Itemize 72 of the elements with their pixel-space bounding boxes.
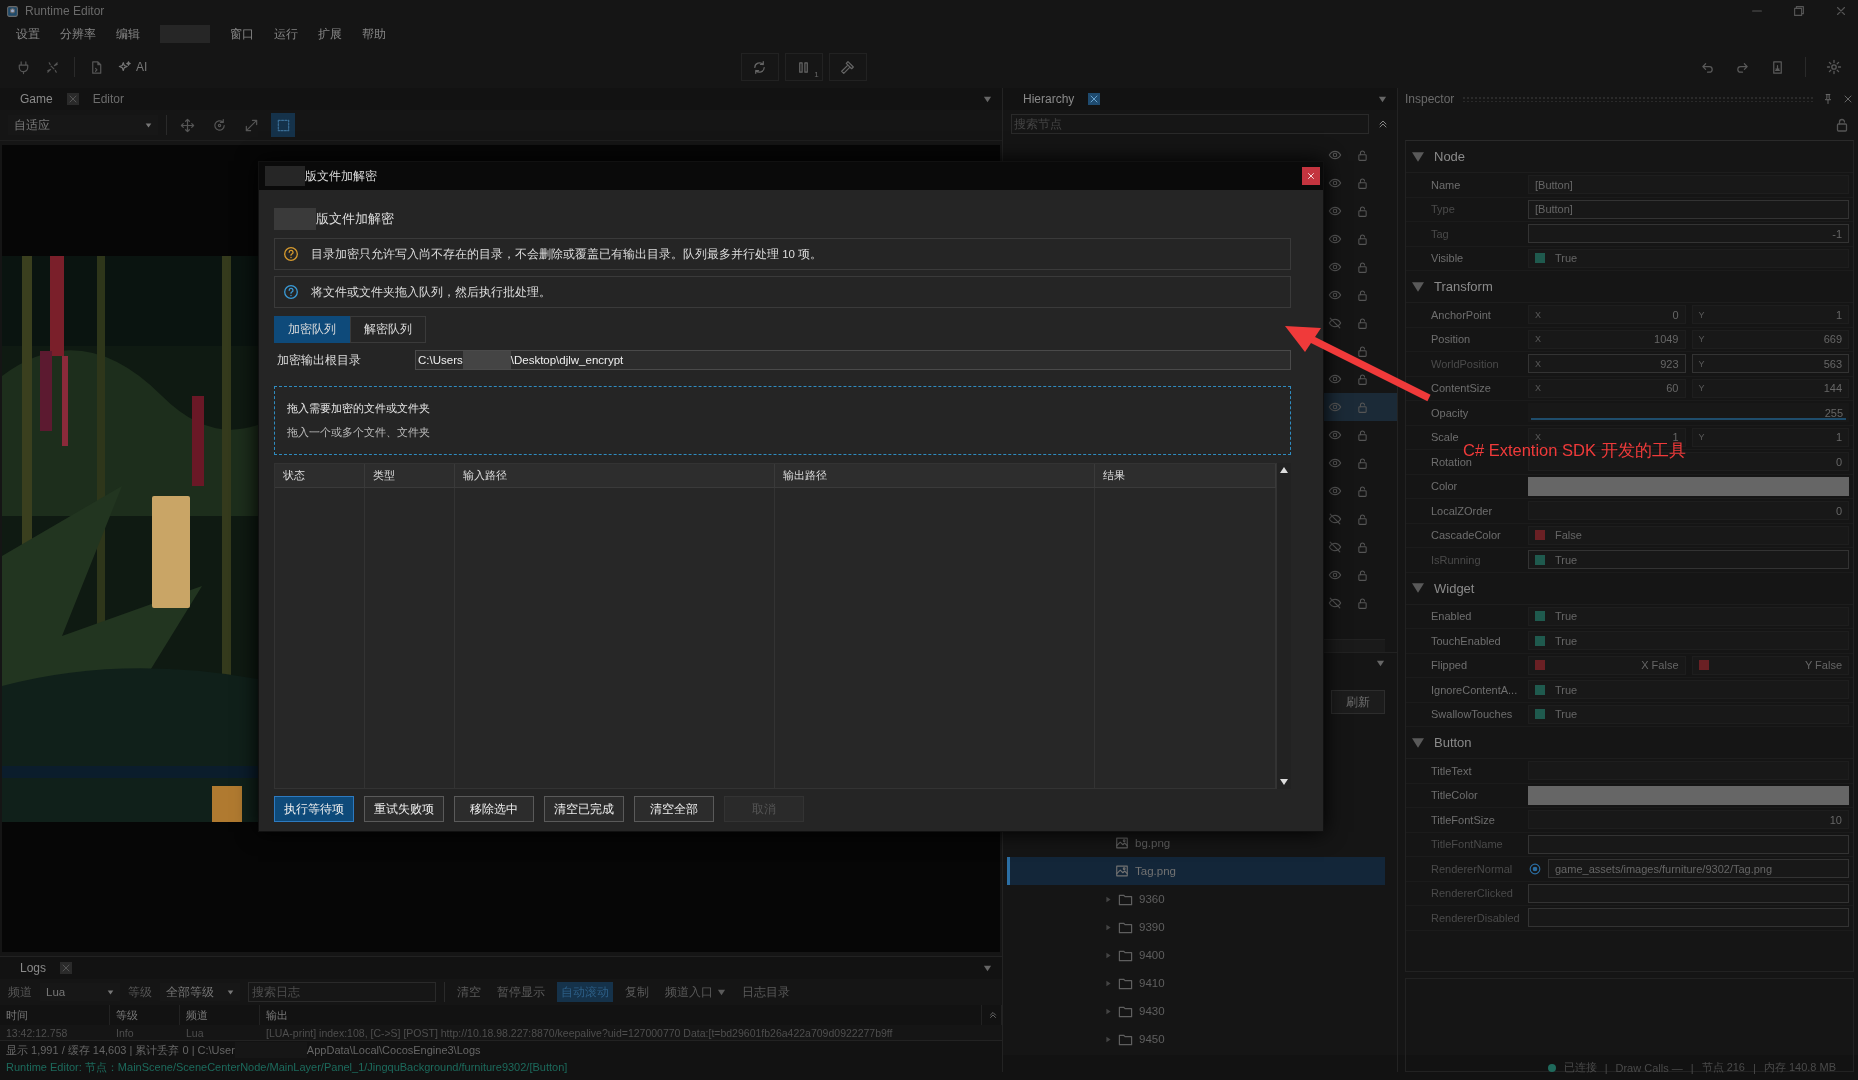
separator-text: |	[1753, 1061, 1756, 1074]
text: 显示 1,991 / 缓存 14,603 | 累计丢弃 0 | C:\User	[6, 1042, 235, 1058]
text: True	[1555, 610, 1578, 623]
separator-text: |	[1690, 1061, 1694, 1074]
field-label: 等级	[128, 984, 152, 1000]
text: 版文件加解密	[316, 210, 394, 228]
table-cell-text: 13:42:12.758	[5, 1025, 69, 1040]
property-label: TitleColor	[1431, 789, 1479, 802]
axis-label: Y	[1698, 358, 1705, 369]
property-label: IgnoreContentA...	[1431, 683, 1519, 696]
text: \Desktop\djlw_encrypt	[510, 354, 624, 366]
asset-name: Tag.png	[1135, 865, 1176, 877]
asset-name: 9400	[1139, 949, 1165, 961]
text: X False	[1641, 659, 1679, 672]
property-label: Visible	[1431, 252, 1465, 265]
text: False	[1555, 529, 1582, 542]
asset-name: 9410	[1139, 977, 1165, 989]
property-label: Enabled	[1431, 610, 1473, 623]
property-label: AnchorPoint	[1431, 308, 1492, 321]
axis-label: Y	[1698, 309, 1705, 320]
text: Y False	[1804, 659, 1842, 672]
asset-name: 9430	[1139, 1005, 1165, 1017]
drop-zone-title: 拖入需要加密的文件或文件夹	[287, 401, 431, 416]
property-label: LocalZOrder	[1431, 504, 1494, 517]
property-label: SwallowTouches	[1431, 708, 1514, 721]
text: AppData\Local\CocosEngine3\Logs	[306, 1044, 481, 1056]
text: 563	[1823, 357, 1842, 370]
property-label: TitleText	[1431, 764, 1473, 777]
text: True	[1555, 252, 1578, 265]
asset-name: 9450	[1139, 1033, 1165, 1045]
property-label: Color	[1431, 480, 1459, 493]
text: 1	[1835, 308, 1842, 321]
text: 923	[1660, 357, 1679, 370]
axis-label: Y	[1698, 334, 1705, 345]
text: 1049	[1654, 333, 1679, 346]
property-label: Opacity	[1431, 406, 1470, 419]
property-label: TitleFontSize	[1431, 813, 1496, 826]
text: C:\Users	[418, 354, 463, 366]
text: 1	[1672, 431, 1679, 444]
text: 版文件加解密	[305, 167, 377, 185]
property-label: CascadeColor	[1431, 529, 1502, 542]
property-label: Flipped	[1431, 659, 1469, 672]
field-label: 加密输出根目录	[276, 352, 362, 368]
notice-text: 目录加密只允许写入尚不存在的目录，不会删除或覆盖已有输出目录。队列最多并行处理 10 项。	[311, 246, 823, 262]
text: True	[1555, 634, 1578, 647]
text: 60	[1666, 382, 1679, 395]
property-label: Position	[1431, 333, 1472, 346]
property-label: Name	[1431, 178, 1462, 191]
status-path: Runtime Editor: 节点：MainScene/SceneCenterNode/MainLayer/Panel_1/JingquBackground/furniture9302/[Button]	[6, 1060, 568, 1075]
asset-name: bg.png	[1135, 837, 1171, 849]
property-label: ContentSize	[1431, 382, 1492, 395]
axis-label: Y	[1698, 432, 1705, 443]
slider-value: 255	[1824, 406, 1843, 419]
text: 0	[1672, 308, 1679, 321]
asset-name: 9390	[1139, 921, 1165, 933]
text: 669	[1823, 333, 1842, 346]
text: True	[1555, 553, 1578, 566]
separator-text: |	[1604, 1061, 1608, 1074]
text: True	[1555, 708, 1578, 721]
window-title: Runtime Editor	[25, 4, 105, 18]
property-label: Scale	[1431, 431, 1460, 444]
axis-label: Y	[1698, 383, 1705, 394]
text: 144	[1823, 382, 1842, 395]
drop-zone-hint: 拖入一个或多个文件、文件夹	[287, 425, 431, 440]
panel-title: Inspector	[1405, 92, 1455, 106]
notice-text: 将文件或文件夹拖入队列，然后执行批处理。	[311, 284, 551, 300]
text: True	[1555, 683, 1578, 696]
text: 1	[1835, 431, 1842, 444]
field-label: 频道	[8, 984, 32, 1000]
property-label: Rotation	[1431, 455, 1472, 468]
property-label: TouchEnabled	[1431, 634, 1502, 647]
asset-name: 9360	[1139, 893, 1165, 905]
